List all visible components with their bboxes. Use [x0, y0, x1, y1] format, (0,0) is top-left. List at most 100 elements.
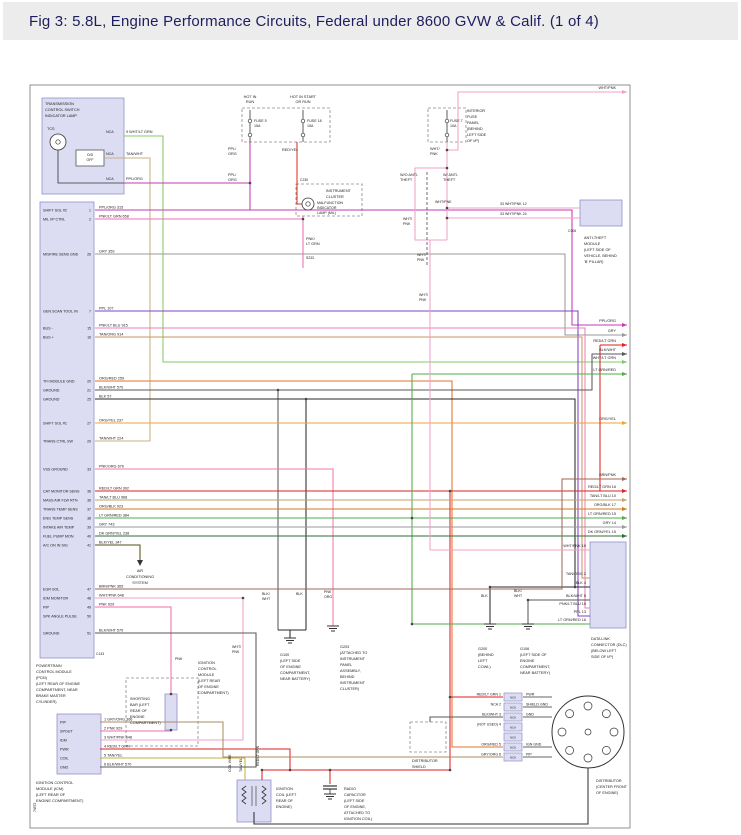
label: BLK: [296, 592, 303, 596]
connector-wire-label: BLK/WHT 3: [482, 713, 501, 717]
label: MODULE (ICM): [36, 786, 64, 791]
label: COMPARTMENT): [130, 721, 161, 725]
icm-pin-name: GND: [60, 766, 69, 770]
wire-pnkorg: [95, 469, 333, 626]
pcm-pin-name: VSS GROUND: [43, 468, 68, 472]
offpage-arrow: [622, 498, 627, 502]
connector-wire-label: RED/LT GRN 1: [477, 693, 501, 697]
label: WHT/: [417, 253, 426, 257]
pcm-pin-name: FUEL PUMP MON: [43, 535, 74, 539]
label: GRY: [608, 329, 617, 333]
label: COIL WIRE: [228, 754, 232, 772]
label: (LEFT SIDE: [344, 799, 365, 803]
label: COMPARTMENT): [198, 691, 229, 695]
wire-blkwht: [430, 717, 503, 722]
label: CONTROL MODULE: [36, 670, 72, 674]
label: INSTRUMENT: [340, 657, 366, 661]
label: PNK: [232, 650, 240, 654]
label: COWL): [478, 665, 491, 669]
splice-dot: [527, 599, 530, 602]
label: COMPARTMENT,: [520, 665, 550, 669]
label: SYSTEM: [132, 581, 148, 585]
connector-wire-label: (NOT USED) 4: [477, 723, 501, 727]
label: (CENTER FRONT: [596, 785, 628, 789]
label: IGNITION: [276, 787, 293, 791]
distributor-tower: [584, 702, 592, 710]
label: DISTRIBUTOR: [412, 759, 438, 763]
offpage-arrow: [622, 90, 627, 94]
label: NEAR BATTERY): [520, 671, 551, 675]
pcm-wire-label: PNK/ORG 676: [99, 465, 124, 469]
pcm-pin-number: 37: [87, 508, 91, 512]
label: IGNITION COIL): [344, 817, 373, 821]
pcm-pin-number: 47: [87, 588, 91, 592]
splice-dot: [261, 769, 264, 772]
label: 33 WHT/PNK 12: [500, 202, 527, 206]
pcm-pin-number: 29: [87, 440, 91, 444]
label: WHT/PNK 10: [563, 544, 586, 548]
label: LT GRN/RED 15: [588, 512, 616, 516]
pcm-wire-label: GRY 743: [99, 523, 114, 527]
label: AIR: [137, 569, 144, 573]
label: HOT IN: [244, 95, 257, 99]
label: G200: [478, 647, 487, 651]
label: DISTRIBUTOR: [596, 779, 622, 783]
pcm-pin-name: MISFIRE SENS GND: [43, 253, 79, 257]
pcm-wire-label: WHT/PNK 648: [99, 594, 124, 598]
label: CONDITIONING: [126, 575, 154, 579]
dlc-box: [590, 542, 626, 628]
offpage-arrow: [622, 507, 627, 511]
splice-dot: [446, 149, 449, 152]
pcm-pin-number: 25: [87, 398, 91, 402]
label: WHT/PNK: [598, 86, 616, 90]
connector-pin-text: NCA: [510, 705, 516, 709]
label: TAN/WHT: [126, 152, 144, 156]
icm-wire-label: 6 BLK/WHT 570: [104, 763, 131, 767]
pcm-wire-label: PNK/LT BLU 915: [99, 324, 128, 328]
label: CYLINDER): [36, 700, 57, 704]
label: NCA: [106, 130, 114, 134]
label: RED/LT GRN 16: [588, 485, 616, 489]
icm-wire-label: 2 PNK 929: [104, 727, 122, 731]
wire-orgred: [95, 381, 503, 747]
label: 15A: [307, 124, 314, 128]
label: PPL 13: [574, 610, 586, 614]
label: IGNITION: [198, 661, 215, 665]
splice-dot: [277, 389, 280, 392]
pcm-pin-name: GROUND: [43, 632, 60, 636]
splice-dot: [242, 597, 245, 600]
splice-dot: [411, 623, 414, 626]
label: RED/LT GRN: [593, 339, 616, 343]
label: (BEHIND: [467, 127, 483, 131]
label: (LEFT REAR OF ENGINE: [36, 682, 80, 686]
offpage-arrow: [622, 534, 627, 538]
label: (LEFT SIDE: [280, 659, 301, 663]
pcm-pin-number: 48: [87, 597, 91, 601]
connector-function-label: PIP: [526, 753, 532, 757]
connector-pin-text: NCA: [510, 755, 516, 759]
label: NCA: [106, 152, 114, 156]
label: WHT/PNK: [435, 200, 452, 204]
offpage-arrow: [622, 343, 627, 347]
pcm-pin-number: 20: [87, 380, 91, 384]
pcm-wire-label: TAN/LT BLU 968: [99, 496, 127, 500]
pcm-pin-number: 1: [89, 209, 91, 213]
label: O/D: [87, 153, 94, 157]
ac-system-arrow: [137, 560, 143, 566]
splice-dot: [289, 769, 292, 772]
splice-dot: [249, 182, 252, 185]
label: OF ENGINE,: [344, 805, 366, 809]
label: IGNITION CONTROL: [36, 780, 74, 785]
pcm-pin-number: 15: [87, 327, 91, 331]
connector-function-label: SHIELD GND: [526, 703, 548, 707]
icm-pin-name: PIP: [60, 721, 66, 725]
pcm-wire-label: BLK 57: [99, 395, 111, 399]
pcm-pin-number: 16: [87, 336, 91, 340]
label: ORG: [228, 178, 237, 182]
wire-gry: [95, 254, 627, 335]
label: OF ENGINE: [280, 665, 301, 669]
offpage-arrow: [622, 333, 627, 337]
offpage-arrow: [622, 360, 627, 364]
label: TCS: [47, 127, 55, 131]
label: LEFT SIDE: [467, 133, 487, 137]
